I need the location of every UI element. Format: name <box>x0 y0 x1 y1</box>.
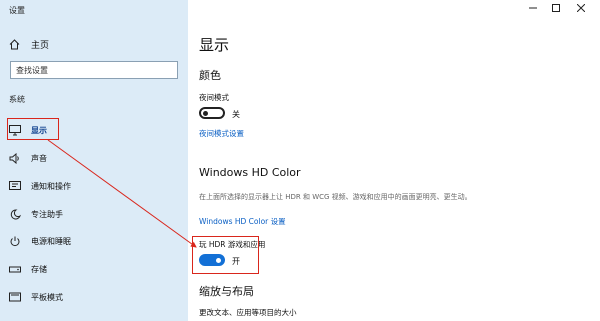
hdr-description: 在上面所选择的显示器上让 HDR 和 WCG 视频、游戏和应用中的画面更明亮、更… <box>199 193 472 201</box>
sidebar-item-power[interactable]: 电源和睡眠 <box>9 234 71 248</box>
main-pane: 显示 颜色 夜间模式 关 夜间模式设置 Windows HD Color 在上面… <box>188 0 600 321</box>
maximize-icon <box>552 4 560 12</box>
home-icon <box>9 38 20 49</box>
speaker-icon <box>9 152 19 164</box>
sidebar-item-label: 声音 <box>31 153 47 163</box>
sidebar-item-focus-assist[interactable]: 专注助手 <box>9 207 63 221</box>
sidebar-item-label: 存储 <box>31 264 47 274</box>
close-button[interactable] <box>574 2 588 14</box>
search-placeholder: 查找设置 <box>16 65 48 75</box>
section-label: 系统 <box>9 95 25 104</box>
hdr-toggle-label: 玩 HDR 游戏和应用 <box>199 240 266 249</box>
night-light-label: 夜间模式 <box>199 93 229 102</box>
sidebar-item-label: 电源和睡眠 <box>31 236 71 246</box>
hdr-toggle[interactable] <box>199 254 225 266</box>
sidebar-item-label: 平板模式 <box>31 292 63 302</box>
layout-heading: 缩放与布局 <box>199 285 254 298</box>
night-light-settings-link[interactable]: 夜间模式设置 <box>199 128 244 139</box>
color-heading: 颜色 <box>199 69 221 82</box>
moon-icon <box>10 208 21 219</box>
sidebar-item-sound[interactable]: 声音 <box>9 151 47 165</box>
hdr-toggle-state: 开 <box>232 257 240 266</box>
close-icon <box>577 4 585 12</box>
sidebar-item-storage[interactable]: 存储 <box>9 262 47 276</box>
tablet-icon <box>9 292 21 301</box>
night-light-toggle[interactable] <box>199 107 225 119</box>
hdr-heading: Windows HD Color <box>199 166 301 179</box>
sidebar-item-label: 显示 <box>31 125 47 135</box>
notification-icon <box>9 180 21 190</box>
sidebar-item-tablet-mode[interactable]: 平板模式 <box>9 290 63 304</box>
power-icon <box>10 236 20 246</box>
home-label: 主页 <box>31 40 50 51</box>
sidebar-item-display[interactable]: 显示 <box>9 123 47 137</box>
night-light-state: 关 <box>232 110 240 119</box>
monitor-icon <box>9 124 21 135</box>
minimize-icon <box>529 7 537 9</box>
minimize-button[interactable] <box>526 2 540 14</box>
sidebar-item-label: 专注助手 <box>31 209 63 219</box>
search-input[interactable]: 查找设置 <box>10 61 178 79</box>
sidebar-home[interactable]: 主页 <box>9 37 49 51</box>
toggle-knob <box>203 111 208 116</box>
hdr-settings-link[interactable]: Windows HD Color 设置 <box>199 216 286 227</box>
sidebar-item-label: 通知和操作 <box>31 181 71 191</box>
storage-icon <box>9 266 21 272</box>
toggle-knob <box>216 258 221 263</box>
scale-label: 更改文本、应用等项目的大小 <box>199 308 297 317</box>
page-title: 显示 <box>199 36 230 54</box>
maximize-button[interactable] <box>549 2 563 14</box>
sidebar: 设置 主页 查找设置 系统 显示 声音 通知和操作 专注助手 电源和睡眠 存储 … <box>0 0 188 321</box>
sidebar-item-notifications[interactable]: 通知和操作 <box>9 179 71 193</box>
app-title: 设置 <box>9 6 25 15</box>
